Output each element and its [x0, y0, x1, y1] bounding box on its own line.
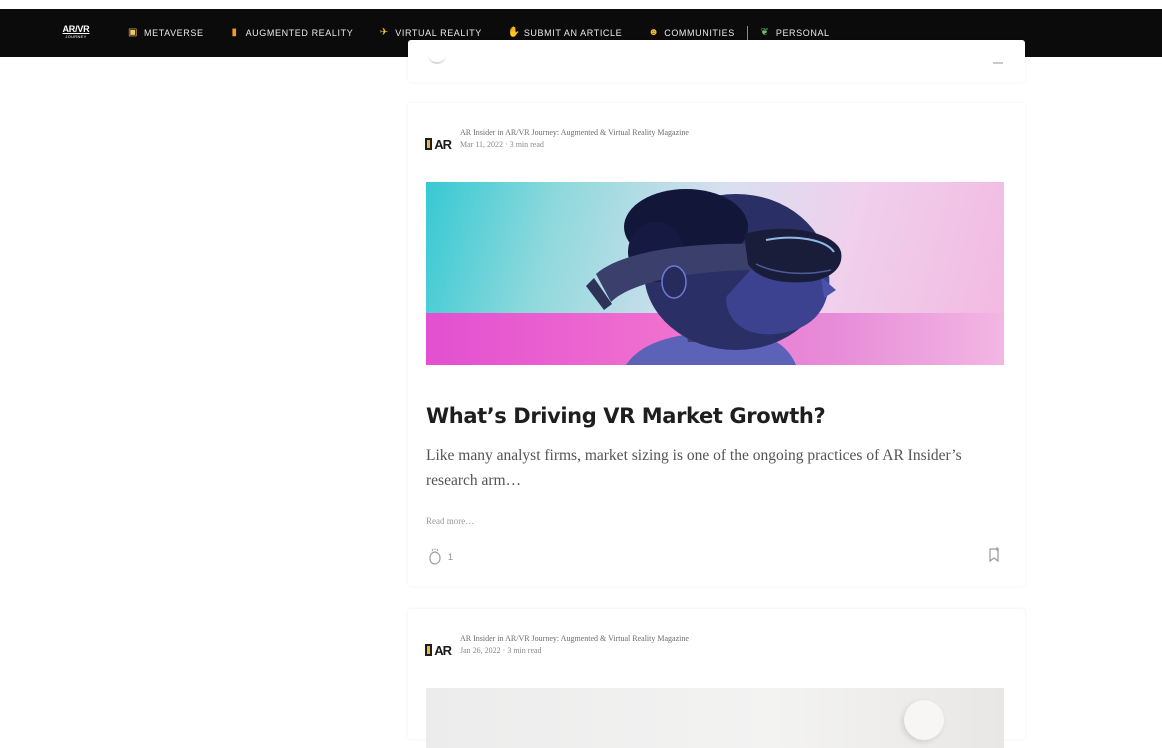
bookmark-button[interactable] — [987, 547, 1001, 568]
nav-item-label: Communities — [664, 28, 735, 38]
leaf-icon: ❦ — [760, 27, 770, 38]
read-more-link[interactable]: Read more… — [426, 516, 474, 526]
nav-item-communities[interactable]: ☻ Communities — [648, 27, 735, 39]
post-author-row: AR AR Insider in AR/VR Journey: Augmente… — [425, 127, 689, 153]
clap-button[interactable]: 1 — [426, 548, 453, 566]
nav-item-virtual-reality[interactable]: ✈ Virtual Reality — [379, 27, 482, 39]
post-hero-image[interactable] — [426, 688, 1004, 748]
cube-icon: ▣ — [128, 27, 139, 38]
publication-logo-square — [425, 644, 433, 656]
author-publication-link[interactable]: AR Insider in AR/VR Journey: Augmented &… — [460, 633, 689, 645]
airplane-icon: ✈ — [379, 27, 389, 38]
bookmark-icon[interactable] — [993, 54, 1003, 64]
publication-logo[interactable]: AR — [425, 135, 452, 153]
nav-item-submit-article[interactable]: ✋ Submit an Article — [507, 27, 623, 39]
post-meta: AR Insider in AR/VR Journey: Augmented &… — [460, 127, 689, 151]
nav-item-label: Submit an Article — [523, 28, 623, 38]
nav-item-augmented-reality[interactable]: ▮ Augmented Reality — [230, 27, 354, 39]
logo-subtext: JOURNEY — [65, 34, 87, 39]
post-date: Jan 26, 2022 · 3 min read — [460, 646, 542, 655]
nav-item-metaverse[interactable]: ▣ Metaverse — [128, 27, 204, 39]
post-meta: AR Insider in AR/VR Journey: Augmented &… — [460, 633, 689, 657]
publication-logo-text: AR — [434, 642, 452, 658]
hero-object — [904, 700, 944, 740]
nav-divider — [746, 26, 748, 40]
post-subtitle[interactable]: Like many analyst firms, market sizing i… — [426, 443, 1011, 493]
nav-item-label: Metaverse — [144, 28, 204, 38]
post-title[interactable]: What’s Driving VR Market Growth? — [426, 404, 826, 428]
post-date: Mar 11, 2022 · 3 min read — [460, 140, 544, 149]
candle-icon: ▮ — [231, 27, 238, 38]
logo-text: AR/VR — [62, 24, 90, 34]
nav-item-label: Virtual Reality — [395, 28, 482, 38]
publication-logo-square — [425, 138, 433, 150]
publication-logo[interactable]: AR — [425, 641, 452, 659]
nav-item-label: Augmented Reality — [245, 28, 354, 38]
hand-icon: ✋ — [507, 27, 521, 38]
clap-icon — [429, 548, 441, 565]
post-hero-image[interactable] — [426, 182, 1004, 365]
bookmark-icon — [989, 547, 999, 563]
post-card: AR AR Insider in AR/VR Journey: Augmente… — [408, 609, 1025, 748]
post-author-row: AR AR Insider in AR/VR Journey: Augmente… — [425, 633, 689, 659]
author-publication-link[interactable]: AR Insider in AR/VR Journey: Augmented &… — [460, 127, 689, 139]
group-icon: ☻ — [648, 27, 660, 38]
post-card-previous — [408, 40, 1025, 82]
post-card: AR AR Insider in AR/VR Journey: Augmente… — [408, 103, 1025, 586]
publication-logo-text: AR — [434, 136, 452, 152]
clap-icon[interactable] — [428, 52, 446, 64]
nav-item-label: Personal — [775, 28, 830, 38]
vr-headset-person-illustration — [586, 189, 842, 365]
site-logo[interactable]: AR/VR JOURNEY — [61, 18, 91, 46]
nav-item-personal[interactable]: ❦ Personal — [760, 27, 830, 39]
clap-count: 1 — [448, 552, 454, 562]
